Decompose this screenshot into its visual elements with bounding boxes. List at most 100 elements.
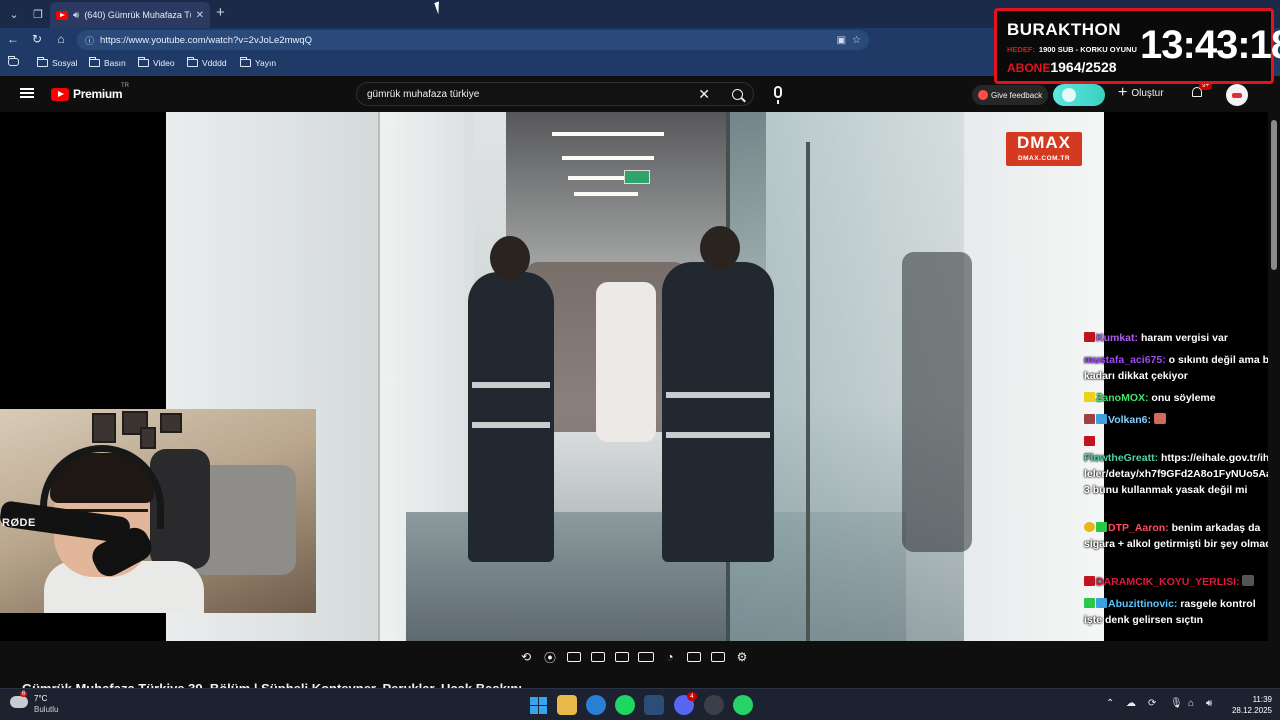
- chat-message: Kumkat: haram vergisi var: [1084, 330, 1276, 346]
- chat-message: FlowtheGreatt: https://eihale.gov.tr/iha…: [1084, 452, 1276, 496]
- theater-mode-icon[interactable]: [638, 650, 654, 664]
- clear-search-icon[interactable]: ✕: [698, 86, 710, 103]
- create-button[interactable]: + Oluştur: [1118, 85, 1164, 101]
- badge-icon: [1084, 414, 1095, 424]
- windows-logo-icon: [529, 696, 547, 714]
- collections-icon[interactable]: [8, 56, 19, 66]
- start-button[interactable]: [528, 695, 548, 715]
- hamburger-menu-icon[interactable]: [20, 88, 34, 98]
- miniplayer-icon[interactable]: [614, 650, 630, 664]
- voice-search-mic-icon[interactable]: [774, 86, 782, 104]
- back-button[interactable]: ←: [5, 32, 21, 46]
- folder-icon: [37, 57, 48, 67]
- sync-icon[interactable]: ⟳: [1148, 698, 1156, 709]
- screenshot-camera-icon[interactable]: [710, 650, 726, 664]
- chat-message: [1084, 434, 1276, 450]
- badge-icon: [1084, 598, 1095, 608]
- url-field[interactable]: ⓘ https://www.youtube.com/watch?v=2vJoLe…: [77, 30, 869, 50]
- badge-icon: [1096, 598, 1107, 608]
- search-bar[interactable]: gümrük muhafaza türkiye ✕: [356, 82, 754, 106]
- extension-toggle[interactable]: [1053, 84, 1105, 106]
- tray-app-icon[interactable]: ☁: [1126, 698, 1136, 709]
- add-clip-icon[interactable]: [686, 650, 702, 664]
- workspaces-icon[interactable]: ❐: [28, 4, 48, 24]
- site-info-icon[interactable]: ⓘ: [85, 34, 94, 47]
- volume-icon[interactable]: 🔊︎: [1206, 698, 1212, 709]
- bookmark-folder-video[interactable]: Video: [138, 57, 175, 68]
- badge-icon: [1084, 576, 1095, 586]
- badge-icon: [1084, 392, 1095, 402]
- favorite-star-icon[interactable]: ☆: [852, 35, 861, 46]
- folder-icon: [89, 57, 100, 67]
- account-avatar[interactable]: [1226, 84, 1248, 106]
- microphone-icon[interactable]: 🎙︎: [1170, 698, 1183, 709]
- youtube-premium-logo[interactable]: Premium TR: [51, 83, 129, 101]
- edge-browser-icon[interactable]: [586, 695, 606, 715]
- system-clock[interactable]: 11:39 28.12.2025: [1228, 694, 1272, 716]
- spotify-icon[interactable]: [615, 695, 635, 715]
- chat-message: DARAMCIK_KOYU_YERLISI:: [1084, 574, 1276, 590]
- split-screen-icon[interactable]: ▣: [837, 35, 846, 46]
- tab-title: (640) Gümrük Muhafaza Türkiye 39. Bölüm …: [84, 10, 190, 20]
- chat-message: Abuzittinovic: rasgele kontrol işte denk…: [1084, 598, 1256, 626]
- badge-icon: [1084, 522, 1095, 532]
- badge-icon: [1096, 414, 1107, 424]
- folder-icon: [240, 57, 251, 67]
- refresh-button[interactable]: ↻: [29, 32, 45, 46]
- windows-taskbar: 6 7°C Bulutlu 4 ⌃ ☁ ⟳ 🎙︎ ⌂ 🔊︎ 11:39 28.1…: [0, 688, 1280, 720]
- scrollbar-thumb[interactable]: [1271, 120, 1277, 270]
- discord-badge: 4: [687, 692, 697, 701]
- bookmark-folder-basin[interactable]: Basın: [89, 57, 126, 68]
- home-button[interactable]: ⌂: [53, 32, 69, 46]
- steam-icon[interactable]: [644, 695, 664, 715]
- channel-name: BURAKTHON: [1007, 20, 1122, 39]
- tab-youtube[interactable]: 🔊︎ (640) Gümrük Muhafaza Türkiye 39. Böl…: [50, 2, 210, 28]
- broadcast-icon[interactable]: ⦿: [542, 650, 558, 665]
- subscriber-count: ABONE1964/2528: [1007, 59, 1117, 75]
- plus-icon: +: [1118, 84, 1128, 101]
- new-tab-button[interactable]: +: [216, 4, 225, 21]
- whatsapp-icon[interactable]: [733, 695, 753, 715]
- file-explorer-icon[interactable]: [557, 695, 577, 715]
- speaker-icon[interactable]: 🔊︎: [73, 10, 79, 21]
- badge-icon: [1084, 436, 1095, 446]
- dmax-logo: DMAX DMAX.COM.TR: [1006, 132, 1082, 166]
- emote-icon: [1242, 575, 1255, 586]
- tray-overflow-icon[interactable]: ⌃: [1106, 698, 1114, 709]
- streamer-webcam: RØDE: [0, 409, 316, 613]
- page-scrollbar[interactable]: [1268, 112, 1280, 688]
- chat-message: Volkan6:: [1084, 412, 1276, 428]
- url-text[interactable]: https://www.youtube.com/watch?v=2vJoLe2m…: [100, 35, 831, 46]
- speed-icon[interactable]: ◔: [662, 650, 678, 664]
- stream-timer: 13:43:18: [1140, 23, 1280, 67]
- youtube-play-icon: [51, 87, 69, 101]
- close-tab-icon[interactable]: ✕: [196, 10, 204, 21]
- search-icon[interactable]: [732, 88, 743, 100]
- chat-message: DTP_Aaron: benim arkadaş da sigara + alk…: [1084, 522, 1275, 550]
- obs-icon[interactable]: [704, 695, 724, 715]
- give-feedback-button[interactable]: Give feedback: [972, 85, 1049, 105]
- bookmark-folder-sosyal[interactable]: Sosyal: [37, 57, 78, 68]
- folder-icon: [138, 57, 149, 67]
- clapper-icon[interactable]: [590, 650, 606, 664]
- badge-icon: [1096, 522, 1107, 532]
- settings-gear-icon[interactable]: ⚙: [734, 650, 750, 664]
- player-controls: ⟲ ⦿ ◔ ⚙: [518, 649, 750, 665]
- tab-actions-icon[interactable]: ⌄: [4, 4, 24, 24]
- chat-message: ZanoMOX: onu söyleme: [1084, 390, 1276, 406]
- chat-message: mustafa_aci675: o sıkıntı değil ama bu k…: [1084, 354, 1276, 382]
- screen: ⌄ ❐ 🔊︎ (640) Gümrük Muhafaza Türkiye 39.…: [0, 0, 1280, 720]
- bookmark-folder-yayin[interactable]: Yayın: [240, 57, 276, 68]
- folder-icon: [187, 57, 198, 67]
- emote-icon: [1153, 413, 1166, 424]
- feedback-icon: [978, 90, 988, 100]
- subtitles-icon[interactable]: [566, 650, 582, 664]
- cloud-icon: [10, 696, 28, 708]
- bookmark-folder-vdddd[interactable]: Vdddd: [187, 57, 227, 68]
- youtube-favicon-icon: [56, 10, 68, 20]
- stream-timer-overlay: BURAKTHON HEDEF: 1900 SUB - KORKU OYUNU A…: [994, 8, 1280, 84]
- badge-icon: [1084, 332, 1095, 342]
- search-input[interactable]: gümrük muhafaza türkiye: [367, 89, 698, 100]
- loop-icon[interactable]: ⟲: [518, 650, 534, 664]
- network-icon[interactable]: ⌂: [1188, 698, 1194, 709]
